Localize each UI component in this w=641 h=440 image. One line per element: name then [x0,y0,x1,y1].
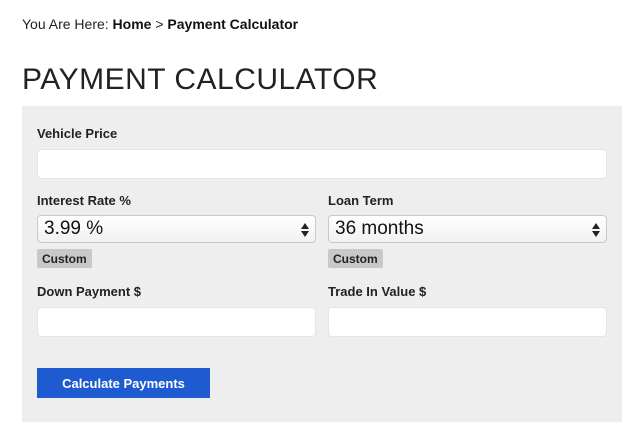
vehicle-price-input[interactable] [37,149,607,179]
loan-term-custom-button[interactable]: Custom [328,249,383,268]
trade-in-label: Trade In Value $ [328,284,427,299]
down-payment-label: Down Payment $ [37,284,142,299]
trade-in-input[interactable] [328,307,607,337]
down-payment-input[interactable] [37,307,316,337]
select-arrows-icon [591,220,601,240]
breadcrumb-home-link[interactable]: Home [113,16,152,32]
breadcrumb: You Are Here: Home > Payment Calculator [22,16,298,32]
select-arrows-icon [300,220,310,240]
breadcrumb-current: Payment Calculator [167,16,299,32]
interest-rate-value: 3.99 % [44,218,104,239]
breadcrumb-prefix: You Are Here: [22,16,109,32]
loan-term-select[interactable]: 36 months [328,215,607,243]
calculator-panel: Vehicle Price Interest Rate % 3.99 % Cus… [22,106,622,422]
page-title: PAYMENT CALCULATOR [22,63,379,96]
interest-rate-select[interactable]: 3.99 % [37,215,316,243]
vehicle-price-label: Vehicle Price [37,126,118,141]
breadcrumb-separator: > [155,16,164,32]
calculate-payments-button[interactable]: Calculate Payments [37,368,210,398]
loan-term-value: 36 months [335,218,424,239]
interest-rate-custom-button[interactable]: Custom [37,249,92,268]
loan-term-label: Loan Term [328,193,394,208]
interest-rate-label: Interest Rate % [37,193,131,208]
